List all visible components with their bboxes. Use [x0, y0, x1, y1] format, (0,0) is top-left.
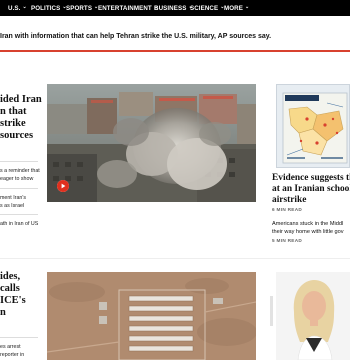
carousel-edge-shadow	[270, 296, 273, 326]
related-link-text: s a reminder that	[0, 168, 40, 174]
related-link-text: ath in Iran of US	[0, 221, 39, 227]
nav-business[interactable]: BUSINESS ⌄	[154, 0, 193, 16]
related-link-text: s as Israel	[0, 203, 25, 209]
right-headline-line: Evidence suggests th	[272, 173, 350, 183]
right-portrait-image[interactable]	[276, 272, 350, 360]
related-link-text: es arrest	[0, 344, 21, 350]
second-headline-line: calls	[0, 283, 20, 294]
second-headline-line: ICE's	[0, 295, 26, 306]
airstrike-photo	[47, 84, 256, 202]
satellite-photo	[47, 272, 256, 360]
story-divider	[0, 337, 38, 338]
nav-more[interactable]: MORE ⌄	[224, 0, 249, 16]
breaking-news-ticker[interactable]: Iran with information that can help Tehr…	[0, 28, 350, 46]
lead-headline-line: ided Iran	[0, 94, 42, 105]
nav-sports[interactable]: SPORTS ⌄	[66, 0, 98, 16]
nav-us-label: U.S.	[8, 4, 21, 12]
map-graphic	[277, 85, 349, 167]
right-headline-line: at an Iranian school w	[272, 184, 350, 194]
right-story-map-image[interactable]	[276, 84, 350, 168]
right-headline-line: airstrike	[272, 195, 307, 205]
nav-us[interactable]: U.S. ⌄	[8, 0, 27, 16]
lead-headline-line: strike	[0, 118, 26, 129]
nav-entertainment-label: ENTERTAINMENT	[98, 4, 152, 12]
nav-sports-label: SPORTS	[66, 4, 93, 12]
second-headline-line: n	[0, 307, 6, 318]
play-icon	[57, 180, 69, 192]
sub-headline-line: Americans stuck in the Middl	[272, 221, 344, 227]
story-divider	[0, 161, 38, 162]
nav-science-label: SCIENCE	[190, 4, 219, 12]
story-divider	[0, 188, 38, 189]
sub-headline-line: their way home with little gov	[272, 229, 344, 235]
read-time: 6 MIN READ	[272, 207, 303, 212]
nav-politics-label: POLITICS	[31, 4, 61, 12]
related-link-text: ment Iran's	[0, 195, 27, 201]
read-time: 5 MIN READ	[272, 238, 303, 243]
story-divider	[0, 214, 38, 215]
section-divider	[0, 258, 350, 259]
related-link-text: eager to show	[0, 176, 34, 182]
portrait-photo	[276, 272, 350, 360]
play-video-button[interactable]	[57, 180, 69, 192]
related-link-text: reporter in	[0, 352, 25, 358]
nav-entertainment[interactable]: ENTERTAINMENT ⌄	[98, 0, 158, 16]
ticker-text: Iran with information that can help Tehr…	[0, 33, 272, 40]
nav-politics[interactable]: POLITICS ⌄	[31, 0, 67, 16]
chevron-down-icon: ⌄	[22, 4, 27, 10]
second-headline-line: ides,	[0, 271, 21, 282]
nav-business-label: BUSINESS	[154, 4, 187, 12]
nav-more-label: MORE	[224, 4, 243, 12]
chevron-down-icon: ⌄	[244, 4, 250, 10]
top-nav-bar: U.S. ⌄ POLITICS ⌄ SPORTS ⌄ ENTERTAINMENT…	[0, 0, 350, 16]
nav-science[interactable]: SCIENCE ⌄	[190, 0, 225, 16]
second-story-image[interactable]	[47, 272, 256, 360]
lead-headline-line: sources	[0, 130, 34, 141]
lead-headline-line: n that	[0, 106, 27, 117]
ticker-divider	[0, 50, 350, 52]
lead-story-image[interactable]	[47, 84, 256, 202]
